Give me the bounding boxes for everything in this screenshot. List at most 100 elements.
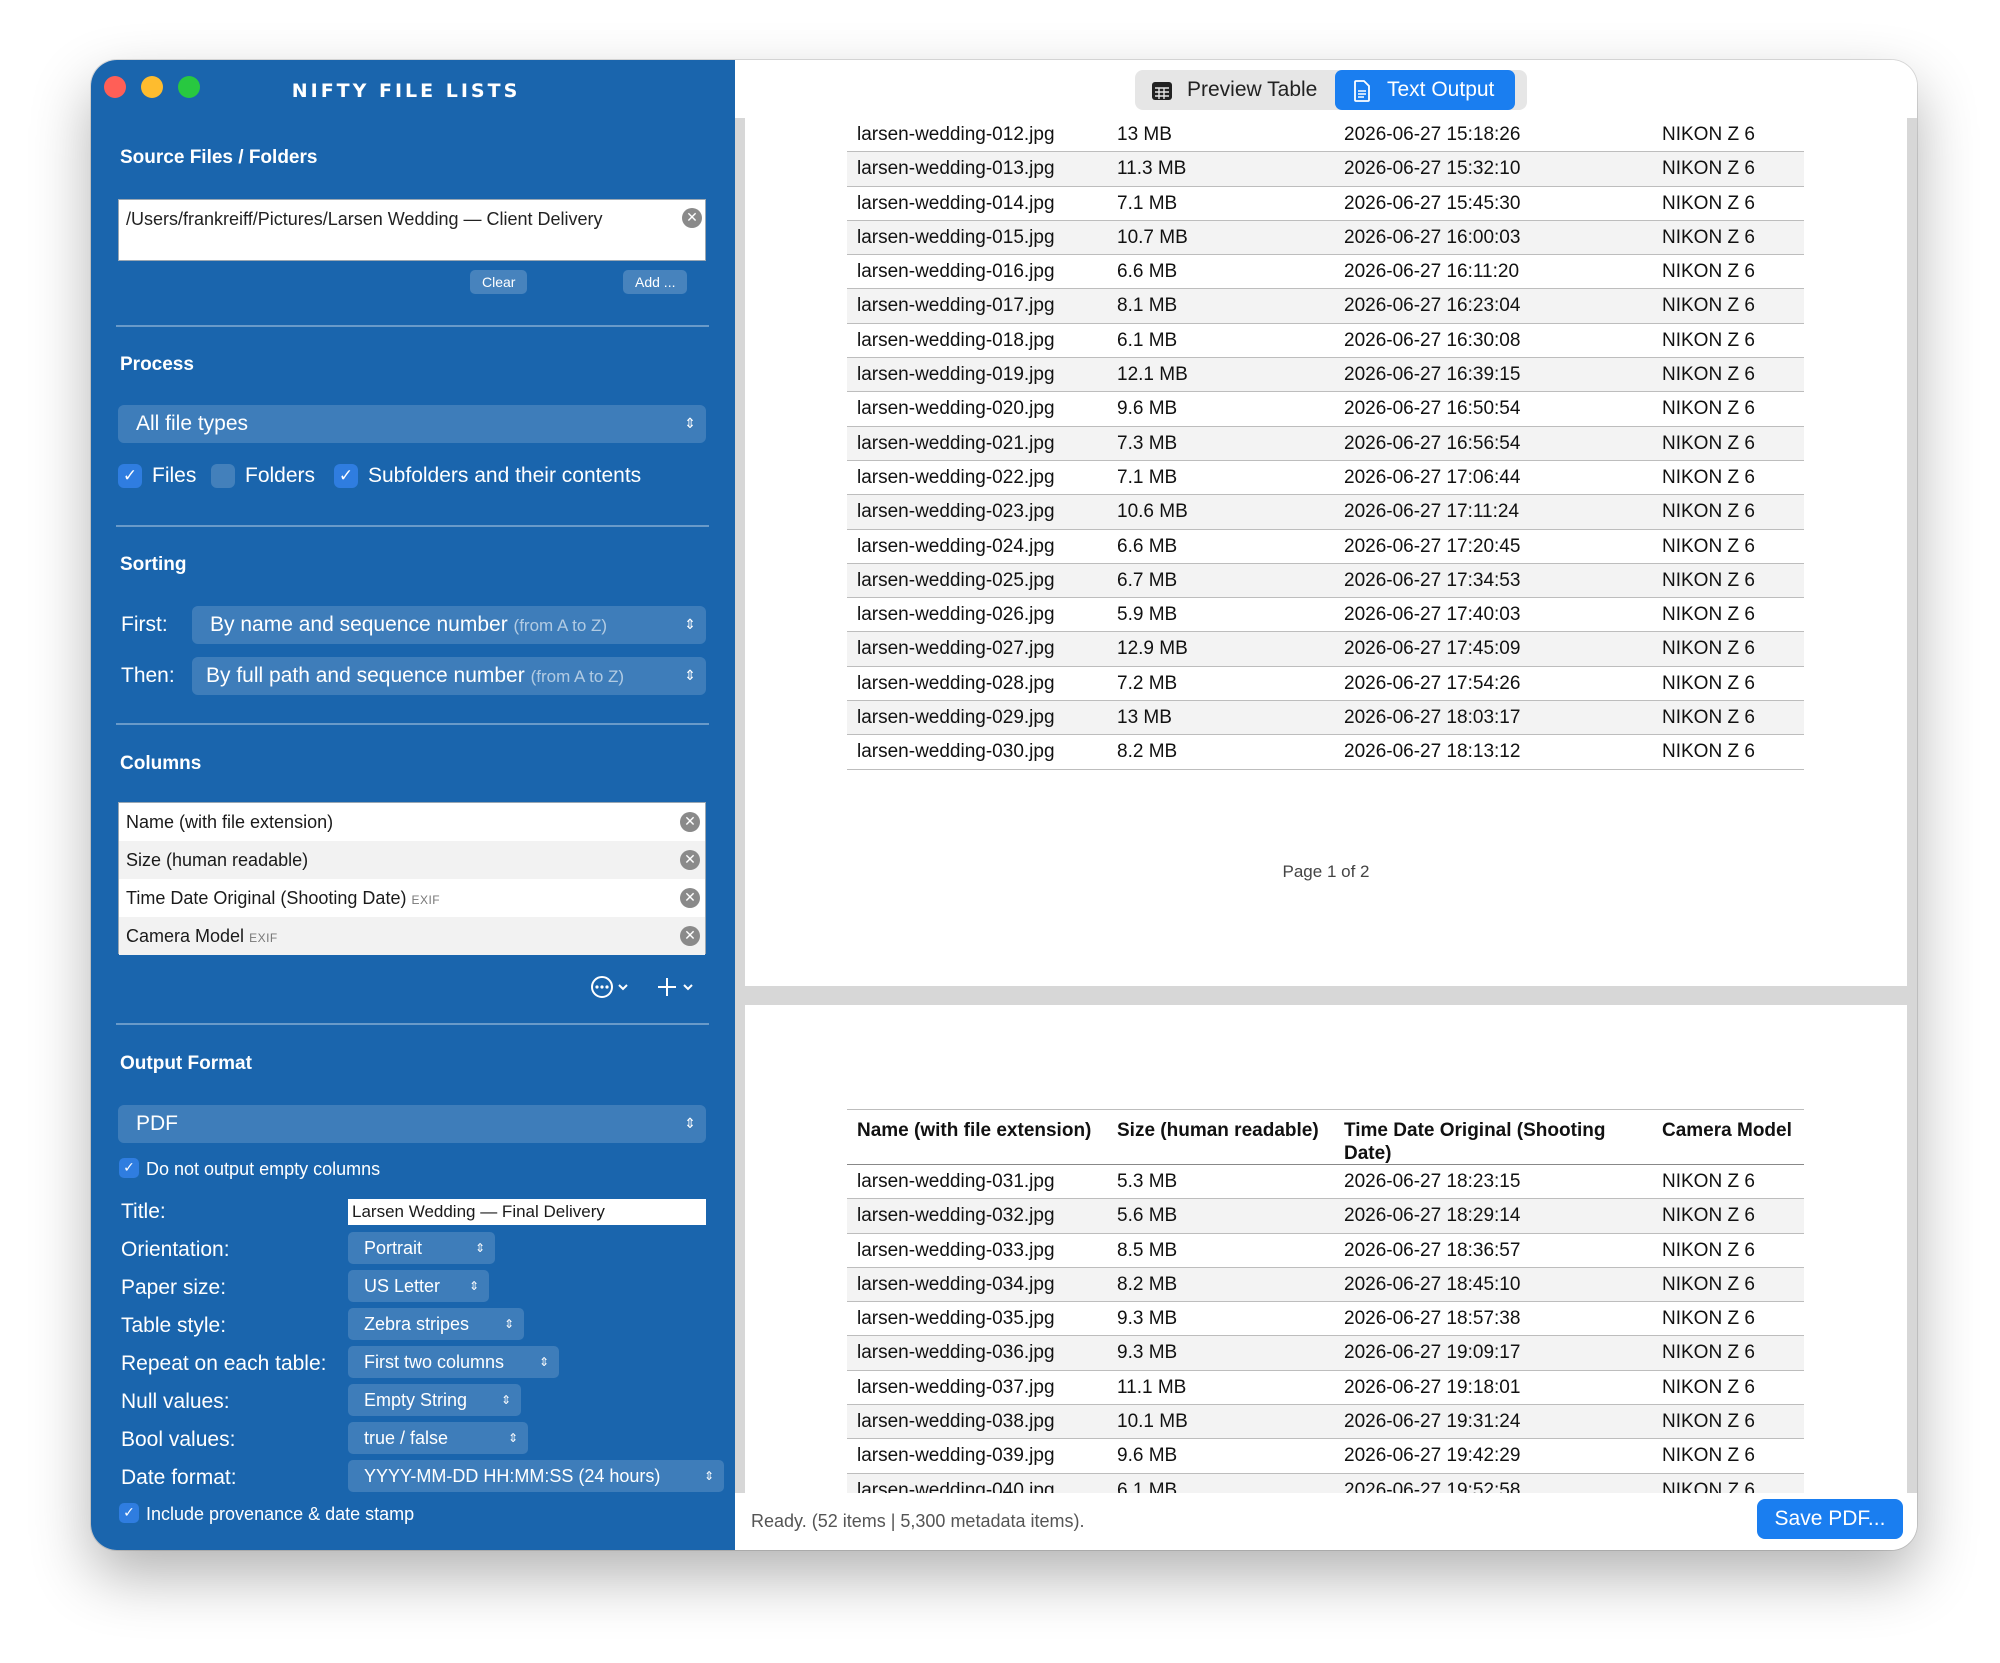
title-input[interactable]: Larsen Wedding — Final Delivery xyxy=(348,1199,706,1225)
output-heading: Output Format xyxy=(120,1053,252,1074)
folders-checkbox[interactable] xyxy=(211,464,235,488)
tab-preview-table[interactable]: Preview Table xyxy=(1135,70,1335,110)
table-cell: 2026-06-27 16:56:54 xyxy=(1344,432,1521,454)
column-item[interactable]: Time Date Original (Shooting Date) EXIF … xyxy=(119,879,705,917)
columns-list: Name (with file extension) ✕ Size (human… xyxy=(118,802,706,955)
table-cell: larsen-wedding-012.jpg xyxy=(857,124,1055,145)
provenance-checkbox[interactable]: ✓ xyxy=(119,1503,139,1523)
table-cell: 2026-06-27 18:03:17 xyxy=(1344,707,1521,729)
sort-then-select[interactable]: By full path and sequence number (from A… xyxy=(192,657,706,695)
table-cell: NIKON Z 6 xyxy=(1662,261,1755,283)
remove-source-icon[interactable]: ✕ xyxy=(682,208,702,228)
table-cell: 2026-06-27 17:45:09 xyxy=(1344,638,1521,660)
table-row: larsen-wedding-039.jpg 9.6 MB 2026-06-27 1… xyxy=(847,1439,1804,1474)
pdf-page: larsen-wedding-012.jpg 13 MB 2026-06-27 15… xyxy=(745,118,1907,986)
subfolders-checkbox[interactable]: ✓ xyxy=(334,464,358,488)
table-cell: NIKON Z 6 xyxy=(1662,158,1755,180)
chevron-updown-icon: ⇕ xyxy=(507,1431,518,1445)
source-path-field[interactable]: /Users/frankreiff/Pictures/Larsen Weddin… xyxy=(118,199,706,261)
table-row: larsen-wedding-015.jpg 10.7 MB 2026-06-27 … xyxy=(847,220,1804,256)
table-cell: 2026-06-27 18:57:38 xyxy=(1344,1308,1521,1330)
more-options-icon[interactable] xyxy=(590,975,634,999)
column-item-label: Name (with file extension) xyxy=(126,812,334,832)
minimize-window-button[interactable] xyxy=(141,76,163,98)
table-cell: larsen-wedding-030.jpg xyxy=(857,741,1055,763)
remove-column-icon[interactable]: ✕ xyxy=(680,850,700,870)
table-cell: 9.6 MB xyxy=(1117,398,1178,420)
table-row: larsen-wedding-038.jpg 10.1 MB 2026-06-27 … xyxy=(847,1405,1804,1440)
sort-first-select[interactable]: By name and sequence number (from A to Z… xyxy=(192,606,706,644)
table-cell: larsen-wedding-032.jpg xyxy=(857,1205,1055,1227)
column-item-label: Size (human readable) xyxy=(126,850,309,870)
table-cell: 2026-06-27 18:29:14 xyxy=(1344,1205,1521,1227)
add-button[interactable]: Add ... xyxy=(623,270,688,294)
no-empty-columns-label: Do not output empty columns xyxy=(146,1159,381,1179)
table-cell: NIKON Z 6 xyxy=(1662,1342,1755,1364)
table-header-cell: Camera Model xyxy=(1662,1120,1792,1141)
bool-values-label: Bool values: xyxy=(121,1428,236,1451)
remove-column-icon[interactable]: ✕ xyxy=(680,812,700,832)
file-types-select[interactable]: All file types ⇕ xyxy=(118,405,706,443)
pdf-preview[interactable]: larsen-wedding-012.jpg 13 MB 2026-06-27 15… xyxy=(735,118,1917,1493)
table-cell: larsen-wedding-022.jpg xyxy=(857,466,1055,488)
date-format-select[interactable]: YYYY-MM-DD HH:MM:SS (24 hours) ⇕ xyxy=(348,1460,724,1492)
process-heading: Process xyxy=(120,354,194,375)
chevron-updown-icon: ⇕ xyxy=(684,416,696,432)
no-empty-columns-checkbox[interactable]: ✓ xyxy=(119,1158,139,1178)
table-row: larsen-wedding-021.jpg 7.3 MB 2026-06-27 1… xyxy=(847,426,1804,461)
table-cell: larsen-wedding-029.jpg xyxy=(857,707,1055,729)
table-row: larsen-wedding-026.jpg 5.9 MB 2026-06-27 1… xyxy=(847,598,1804,633)
date-format-label: Date format: xyxy=(121,1466,237,1489)
table-cell: larsen-wedding-013.jpg xyxy=(857,158,1055,180)
table-row: larsen-wedding-012.jpg 13 MB 2026-06-27 15… xyxy=(847,118,1804,153)
table-row: larsen-wedding-013.jpg 11.3 MB 2026-06-27 … xyxy=(847,152,1804,187)
tab-text-output[interactable]: Text Output xyxy=(1335,70,1515,110)
table-cell: NIKON Z 6 xyxy=(1662,1239,1755,1261)
remove-column-icon[interactable]: ✕ xyxy=(680,888,700,908)
repeat-select[interactable]: First two columns ⇕ xyxy=(348,1346,559,1378)
app-title: NIFTY FILE LISTS xyxy=(291,80,521,102)
table-cell: larsen-wedding-033.jpg xyxy=(857,1239,1055,1261)
table-cell: NIKON Z 6 xyxy=(1662,672,1755,694)
output-format-value: PDF xyxy=(136,1112,178,1135)
null-values-select[interactable]: Empty String ⇕ xyxy=(348,1384,521,1416)
files-checkbox[interactable]: ✓ xyxy=(118,464,142,488)
table-cell: 7.1 MB xyxy=(1117,466,1178,488)
page-table: Name (with file extension) Size (human r… xyxy=(847,1109,1804,1493)
orientation-value: Portrait xyxy=(364,1238,423,1258)
close-window-button[interactable] xyxy=(104,76,126,98)
table-cell: 2026-06-27 17:34:53 xyxy=(1344,569,1521,591)
table-cell: NIKON Z 6 xyxy=(1662,1411,1755,1433)
file-types-value: All file types xyxy=(136,412,249,435)
table-style-select[interactable]: Zebra stripes ⇕ xyxy=(348,1308,524,1340)
column-item[interactable]: Name (with file extension) ✕ xyxy=(119,803,705,841)
save-pdf-button[interactable]: Save PDF... xyxy=(1757,1499,1903,1539)
table-cell: larsen-wedding-040.jpg xyxy=(857,1479,1055,1493)
table-cell: NIKON Z 6 xyxy=(1662,329,1755,351)
paper-size-select[interactable]: US Letter ⇕ xyxy=(348,1270,489,1302)
null-values-value: Empty String xyxy=(364,1390,468,1410)
table-cell: larsen-wedding-018.jpg xyxy=(857,329,1055,351)
add-column-icon[interactable] xyxy=(657,975,701,999)
table-cell: 7.1 MB xyxy=(1117,192,1178,214)
sort-then-label: Then: xyxy=(121,664,175,687)
table-row: larsen-wedding-033.jpg 8.5 MB 2026-06-27 1… xyxy=(847,1234,1804,1268)
table-header-cell: Name (with file extension) xyxy=(857,1120,1092,1141)
table-cell: larsen-wedding-014.jpg xyxy=(857,192,1055,214)
orientation-select[interactable]: Portrait ⇕ xyxy=(348,1232,495,1264)
table-cell: larsen-wedding-019.jpg xyxy=(857,364,1055,386)
column-item[interactable]: Camera Model EXIF ✕ xyxy=(119,917,705,955)
table-cell: 12.9 MB xyxy=(1117,638,1188,660)
zoom-window-button[interactable] xyxy=(178,76,200,98)
table-cell: 5.6 MB xyxy=(1117,1205,1178,1227)
remove-column-icon[interactable]: ✕ xyxy=(680,926,700,946)
table-cell: 7.3 MB xyxy=(1117,432,1178,454)
date-format-value: YYYY-MM-DD HH:MM:SS (24 hours) xyxy=(364,1466,661,1486)
table-header-cell: Time Date Original (Shooting Date) xyxy=(1344,1120,1606,1164)
table-cell: 11.3 MB xyxy=(1117,158,1187,180)
table-cell: 2026-06-27 16:11:20 xyxy=(1344,261,1520,283)
column-item[interactable]: Size (human readable) ✕ xyxy=(119,841,705,879)
output-format-select[interactable]: PDF ⇕ xyxy=(118,1105,706,1143)
bool-values-select[interactable]: true / false ⇕ xyxy=(348,1422,528,1454)
clear-button[interactable]: Clear xyxy=(470,270,528,294)
